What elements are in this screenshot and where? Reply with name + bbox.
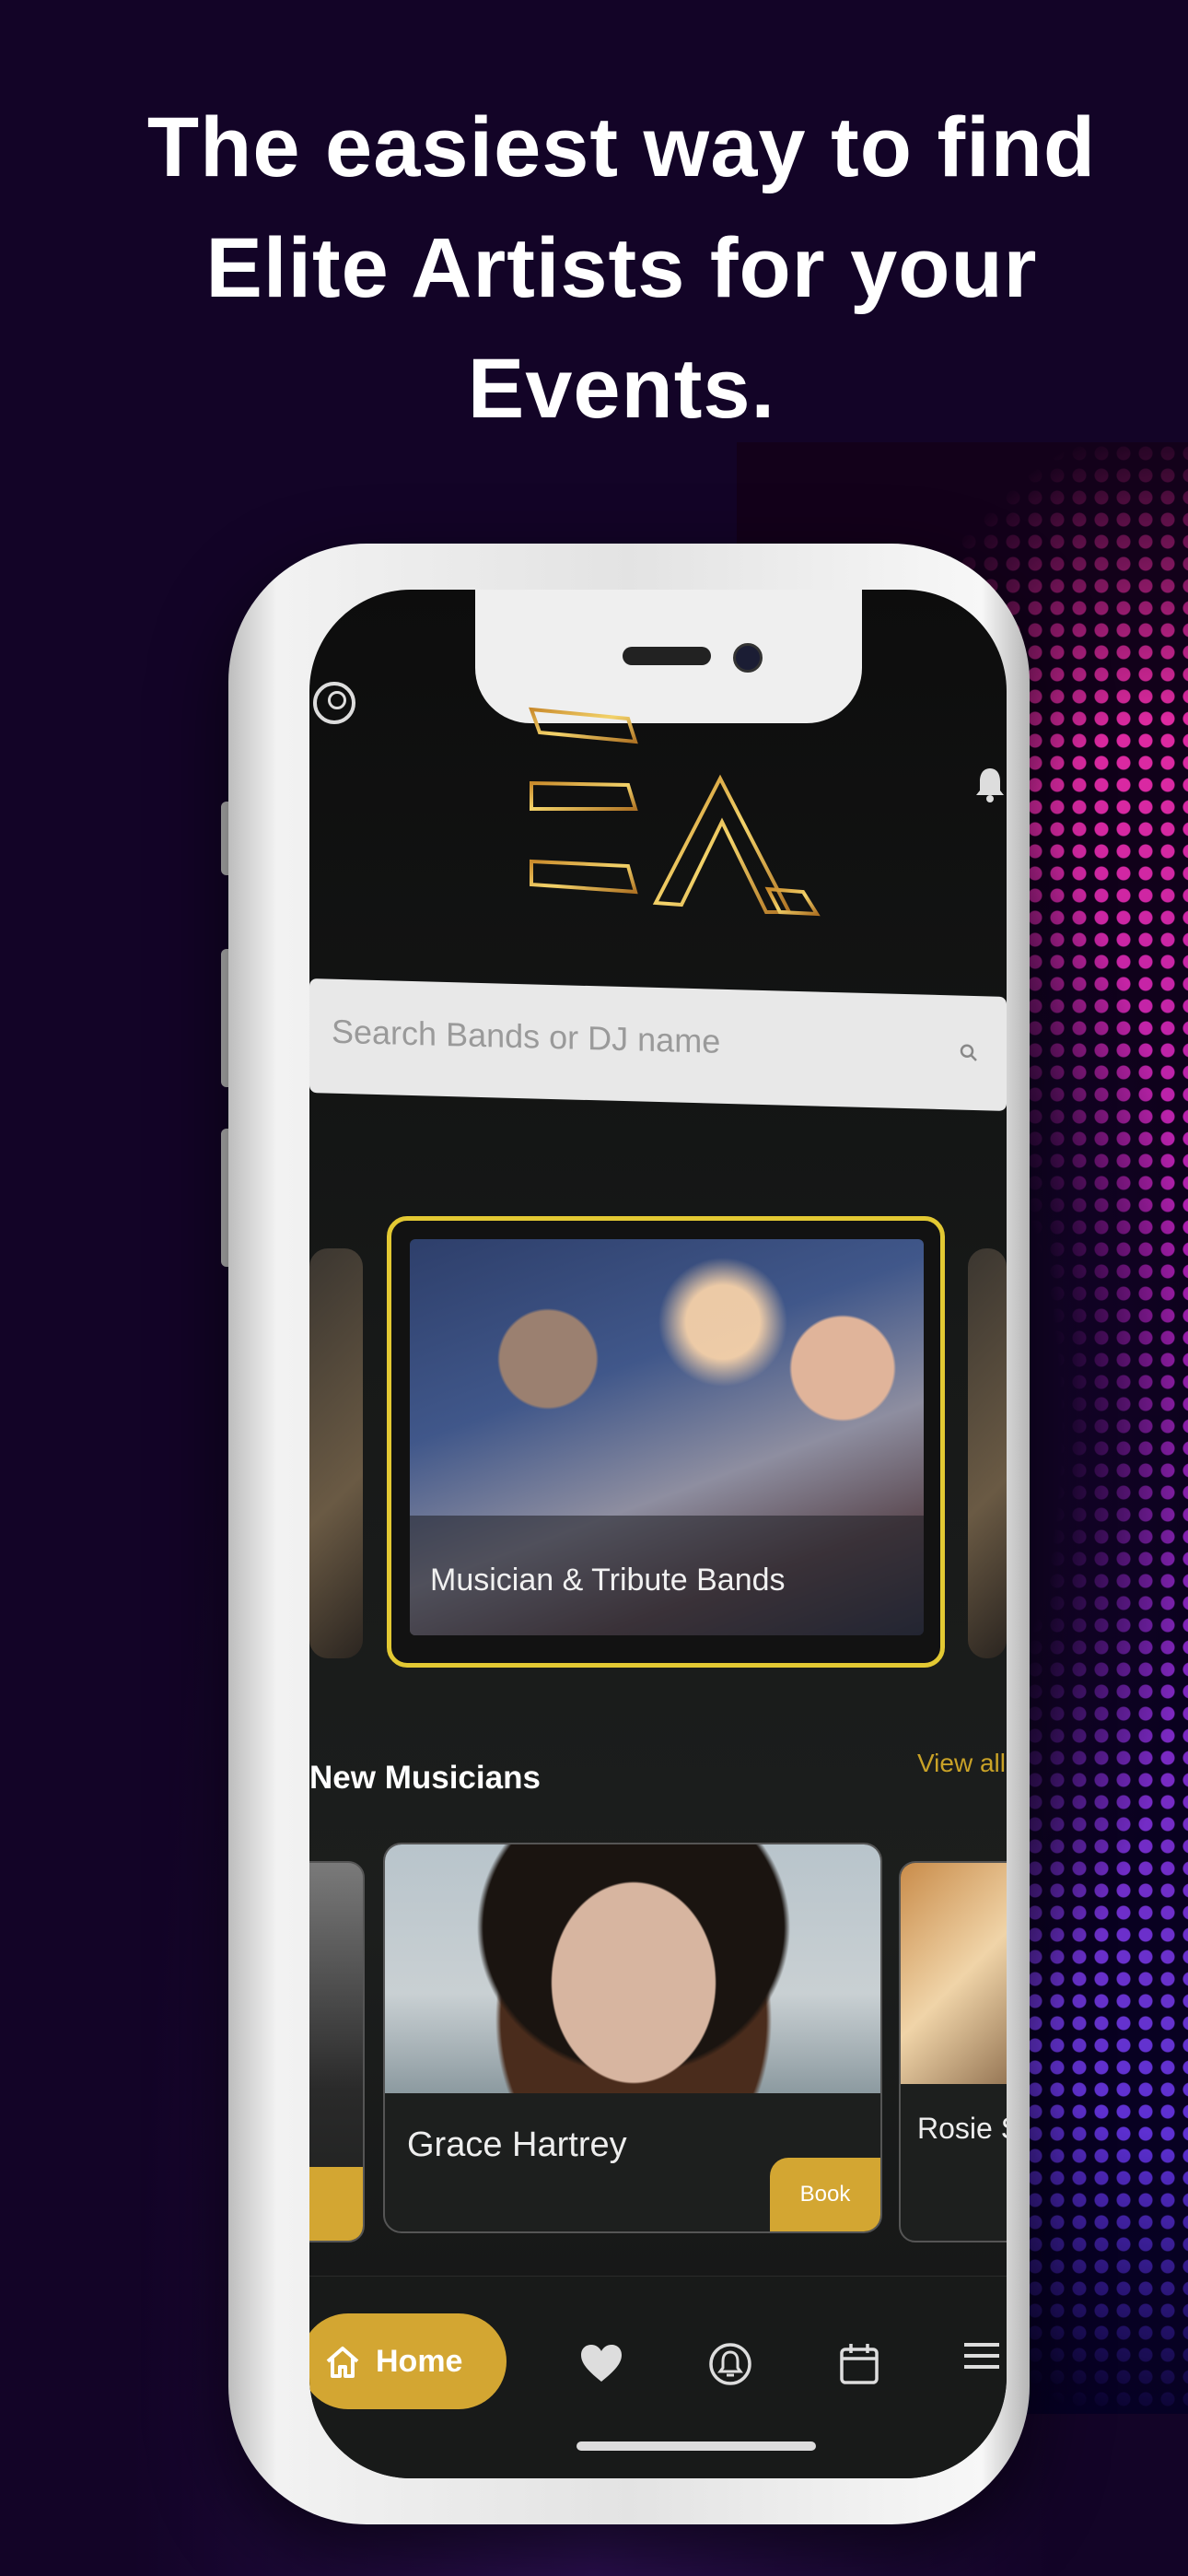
elite-artists-logo xyxy=(529,707,821,917)
profile-icon[interactable] xyxy=(313,682,355,724)
musician-name-next: Rosie S xyxy=(917,2112,1007,2145)
category-card-featured[interactable]: Musician & Tribute Bands xyxy=(387,1216,945,1668)
book-button-previous[interactable] xyxy=(309,2167,363,2241)
view-all-link[interactable]: View all xyxy=(917,1749,1006,1778)
notification-bell-icon[interactable] xyxy=(707,2341,753,2387)
musician-photo-next xyxy=(901,1863,1007,2084)
nav-home[interactable]: Home xyxy=(309,2313,507,2409)
home-icon xyxy=(326,2347,359,2378)
musician-card-next[interactable]: Rosie S xyxy=(899,1861,1007,2242)
musician-name: Grace Hartrey xyxy=(407,2125,627,2164)
speaker xyxy=(623,647,711,665)
heart-icon[interactable] xyxy=(578,2341,624,2387)
musician-card[interactable]: Grace Hartrey Book xyxy=(383,1843,882,2233)
home-indicator xyxy=(577,2441,816,2451)
category-card-previous[interactable] xyxy=(309,1248,363,1658)
musician-card-previous[interactable] xyxy=(309,1861,365,2242)
app-screen: Search Bands or DJ name Musician & Tribu… xyxy=(309,590,1007,2478)
camera xyxy=(733,643,763,673)
category-card-next[interactable] xyxy=(968,1248,1007,1658)
bell-icon[interactable] xyxy=(974,767,1006,803)
nav-home-label: Home xyxy=(376,2343,463,2379)
search-icon[interactable] xyxy=(960,1044,978,1063)
calendar-icon[interactable] xyxy=(836,2341,882,2387)
category-image: Musician & Tribute Bands xyxy=(410,1239,924,1635)
musician-photo xyxy=(385,1844,880,2093)
search-bar[interactable]: Search Bands or DJ name xyxy=(309,978,1007,1111)
search-input[interactable]: Search Bands or DJ name xyxy=(332,1013,720,1061)
menu-icon[interactable] xyxy=(959,2334,1005,2380)
section-title: New Musicians xyxy=(309,1760,541,1796)
category-label: Musician & Tribute Bands xyxy=(430,1563,786,1598)
headline: The easiest way to find Elite Artists fo… xyxy=(146,100,1097,436)
book-button[interactable]: Book xyxy=(770,2158,880,2231)
